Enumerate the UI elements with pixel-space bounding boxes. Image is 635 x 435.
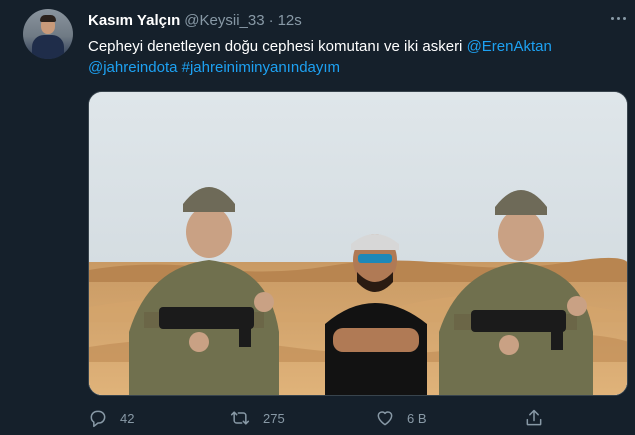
retweet-icon (230, 411, 250, 425)
tweet-text-body: Cepheyi denetleyen doğu cephesi komutanı… (88, 38, 463, 55)
share-icon (526, 409, 542, 426)
tweet-card[interactable]: Kasım Yalçın @Keysii_33 · 12s Cepheyi de… (0, 0, 635, 435)
header-separator: · (268, 11, 274, 29)
author-handle[interactable]: @Keysii_33 (184, 12, 264, 29)
mention-link[interactable]: @ErenAktan (467, 38, 552, 55)
reply-count: 42 (120, 410, 135, 426)
tweet-header: Kasım Yalçın @Keysii_33 · 12s (88, 10, 302, 30)
tweet-actions: 42 275 6 B (88, 407, 608, 429)
share-button[interactable] (524, 407, 544, 429)
tweet-text: Cepheyi denetleyen doğu cephesi komutanı… (88, 36, 618, 78)
mention-link[interactable]: @jahreindota (88, 59, 177, 76)
author-avatar[interactable] (23, 9, 73, 59)
author-name[interactable]: Kasım Yalçın (88, 12, 180, 29)
reply-button[interactable]: 42 (88, 407, 134, 429)
reply-icon (90, 410, 106, 428)
like-button[interactable]: 6 B (375, 407, 427, 429)
tweet-image[interactable] (88, 91, 628, 396)
tweet-time[interactable]: 12s (278, 12, 302, 29)
hashtag-link[interactable]: #jahreiniminyanındayım (182, 59, 340, 76)
more-dots-icon[interactable] (606, 8, 630, 28)
desert-soldiers-photo (89, 92, 627, 395)
like-count: 6 B (407, 410, 427, 426)
retweet-button[interactable]: 275 (229, 407, 285, 429)
heart-icon (377, 411, 393, 426)
retweet-count: 275 (263, 410, 285, 426)
